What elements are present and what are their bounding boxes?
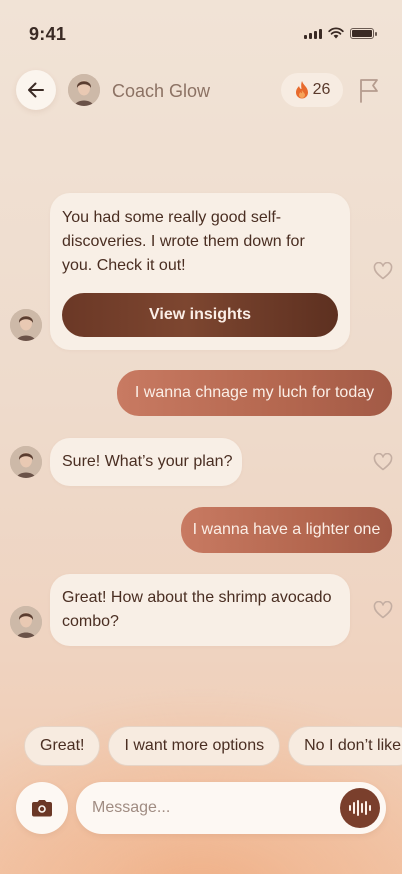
- coach-message: You had some really good self-discoverie…: [50, 193, 350, 350]
- cellular-signal-icon: [304, 28, 322, 39]
- report-button[interactable]: [356, 76, 382, 104]
- voice-button[interactable]: [340, 788, 380, 828]
- camera-icon: [32, 800, 52, 817]
- heart-icon[interactable]: [373, 601, 393, 619]
- coach-avatar: [10, 446, 42, 478]
- streak-count: 26: [312, 81, 331, 98]
- coach-avatar: [10, 606, 42, 638]
- message-text: I wanna chnage my luch for today: [134, 384, 375, 401]
- status-bar: 9:41: [0, 0, 402, 60]
- coach-message: Great! How about the shrimp avocado comb…: [50, 574, 350, 646]
- message-input[interactable]: [92, 796, 332, 820]
- chat-header: Coach Glow 26: [0, 70, 402, 114]
- coach-avatar: [10, 309, 42, 341]
- message-text: Great! How about the shrimp avocado comb…: [62, 589, 332, 630]
- quick-replies: Great! I want more options No I don’t li…: [24, 726, 402, 766]
- coach-avatar[interactable]: [68, 74, 100, 106]
- user-message: I wanna chnage my luch for today: [117, 370, 392, 416]
- voice-wave-icon: [349, 800, 371, 816]
- coach-message: Sure! What’s your plan?: [50, 438, 242, 486]
- status-time: 9:41: [29, 24, 67, 44]
- wifi-icon: [328, 27, 344, 39]
- coach-name: Coach Glow: [112, 81, 211, 101]
- battery-icon: [350, 27, 377, 39]
- message-text: I wanna have a lighter one: [192, 521, 381, 538]
- fire-icon: [295, 81, 308, 99]
- message-text: Sure! What’s your plan?: [62, 453, 233, 470]
- heart-icon[interactable]: [373, 453, 393, 471]
- quick-reply-chip[interactable]: Great!: [24, 726, 101, 766]
- message-text: You had some really good self-discoverie…: [62, 209, 305, 274]
- quick-reply-chip[interactable]: No I don’t like: [288, 726, 402, 766]
- arrow-left-icon: [28, 82, 44, 98]
- heart-icon[interactable]: [373, 262, 393, 280]
- user-message: I wanna have a lighter one: [181, 507, 392, 553]
- quick-reply-chip[interactable]: I want more options: [108, 726, 281, 766]
- message-composer: [76, 782, 386, 834]
- back-button[interactable]: [16, 70, 56, 110]
- flag-icon: [360, 79, 378, 103]
- camera-button[interactable]: [16, 782, 68, 834]
- view-insights-button[interactable]: View insights: [62, 293, 338, 337]
- status-icons: [304, 27, 377, 39]
- streak-badge[interactable]: 26: [281, 73, 343, 107]
